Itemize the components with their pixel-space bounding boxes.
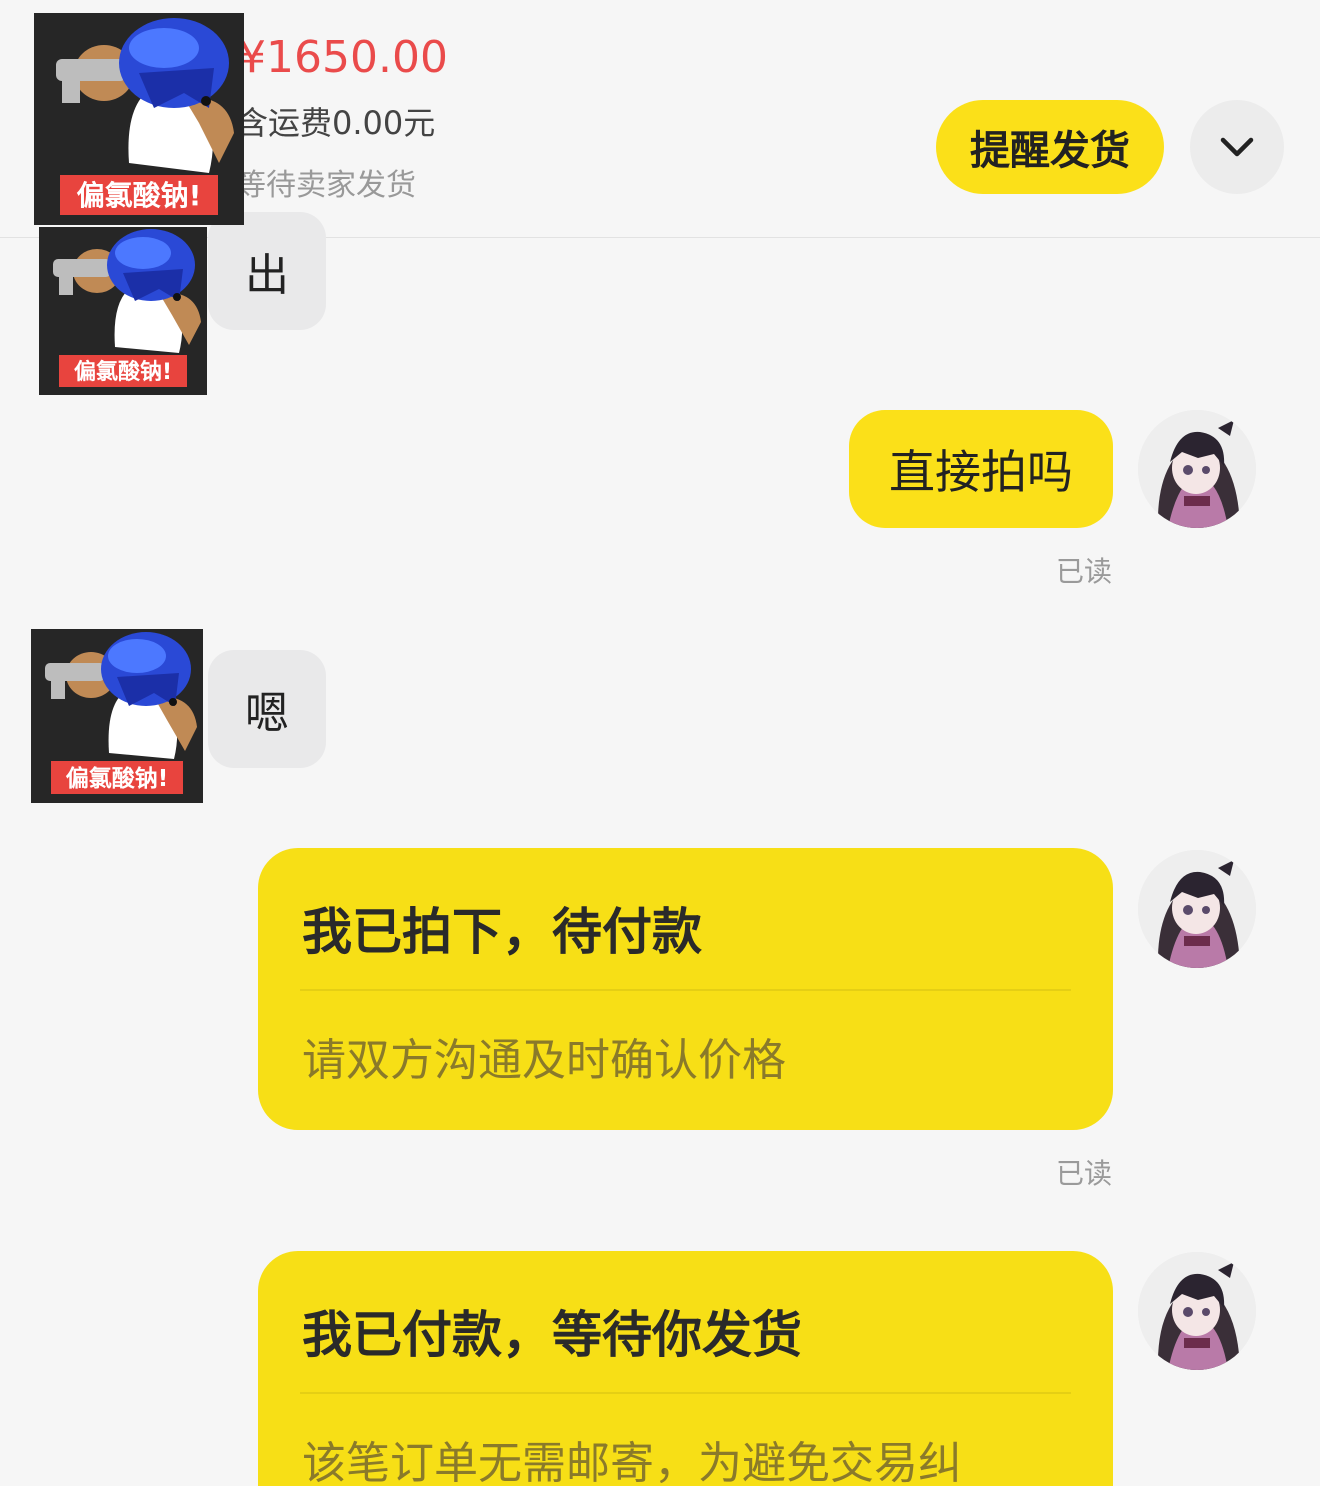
order-status-card[interactable]: 我已付款，等待你发货 该笔订单无需邮寄，为避免交易纠	[258, 1251, 1113, 1486]
card-subtitle: 该笔订单无需邮寄，为避免交易纠	[302, 1438, 962, 1486]
card-divider	[300, 1392, 1071, 1394]
order-status-card[interactable]: 我已拍下，待付款 请双方沟通及时确认价格	[258, 848, 1113, 1130]
card-subtitle: 请双方沟通及时确认价格	[302, 1035, 786, 1086]
read-receipt: 已读	[1055, 555, 1112, 588]
shipping-fee: 含运费0.00元	[236, 104, 436, 142]
chat-page: ¥1650.00 含运费0.00元 等待卖家发货 提醒发货 偏氯酸钠! 偏氯酸钠…	[0, 0, 1320, 1486]
sticker-caption: 偏氯酸钠!	[74, 359, 172, 385]
card-divider	[300, 989, 1071, 991]
order-price: ¥1650.00	[238, 32, 448, 83]
self-avatar[interactable]	[1138, 850, 1256, 968]
self-avatar[interactable]	[1138, 410, 1256, 528]
card-title: 我已付款，等待你发货	[302, 1306, 802, 1364]
remind-ship-button[interactable]: 提醒发货	[936, 100, 1164, 194]
anime-avatar-image	[1138, 1252, 1256, 1370]
card-title: 我已拍下，待付款	[302, 903, 702, 961]
contact-avatar[interactable]: 偏氯酸钠!	[31, 629, 203, 803]
incoming-message[interactable]: 出	[208, 212, 326, 330]
sticker-avatar-image: 偏氯酸钠!	[31, 629, 203, 803]
sticker-image: 偏氯酸钠!	[34, 13, 244, 225]
incoming-message[interactable]: 嗯	[208, 650, 326, 768]
self-avatar[interactable]	[1138, 1252, 1256, 1370]
chevron-down-icon	[1220, 137, 1254, 157]
anime-avatar-image	[1138, 850, 1256, 968]
item-sticker-image[interactable]: 偏氯酸钠!	[34, 13, 244, 225]
read-receipt: 已读	[1055, 1157, 1112, 1190]
expand-button[interactable]	[1190, 100, 1284, 194]
anime-avatar-image	[1138, 410, 1256, 528]
sticker-caption: 偏氯酸钠!	[66, 765, 169, 792]
sticker-avatar-image: 偏氯酸钠!	[39, 227, 207, 395]
contact-avatar[interactable]: 偏氯酸钠!	[39, 227, 207, 395]
outgoing-message[interactable]: 直接拍吗	[849, 410, 1113, 528]
sticker-caption: 偏氯酸钠!	[77, 179, 202, 212]
order-status: 等待卖家发货	[236, 168, 416, 203]
